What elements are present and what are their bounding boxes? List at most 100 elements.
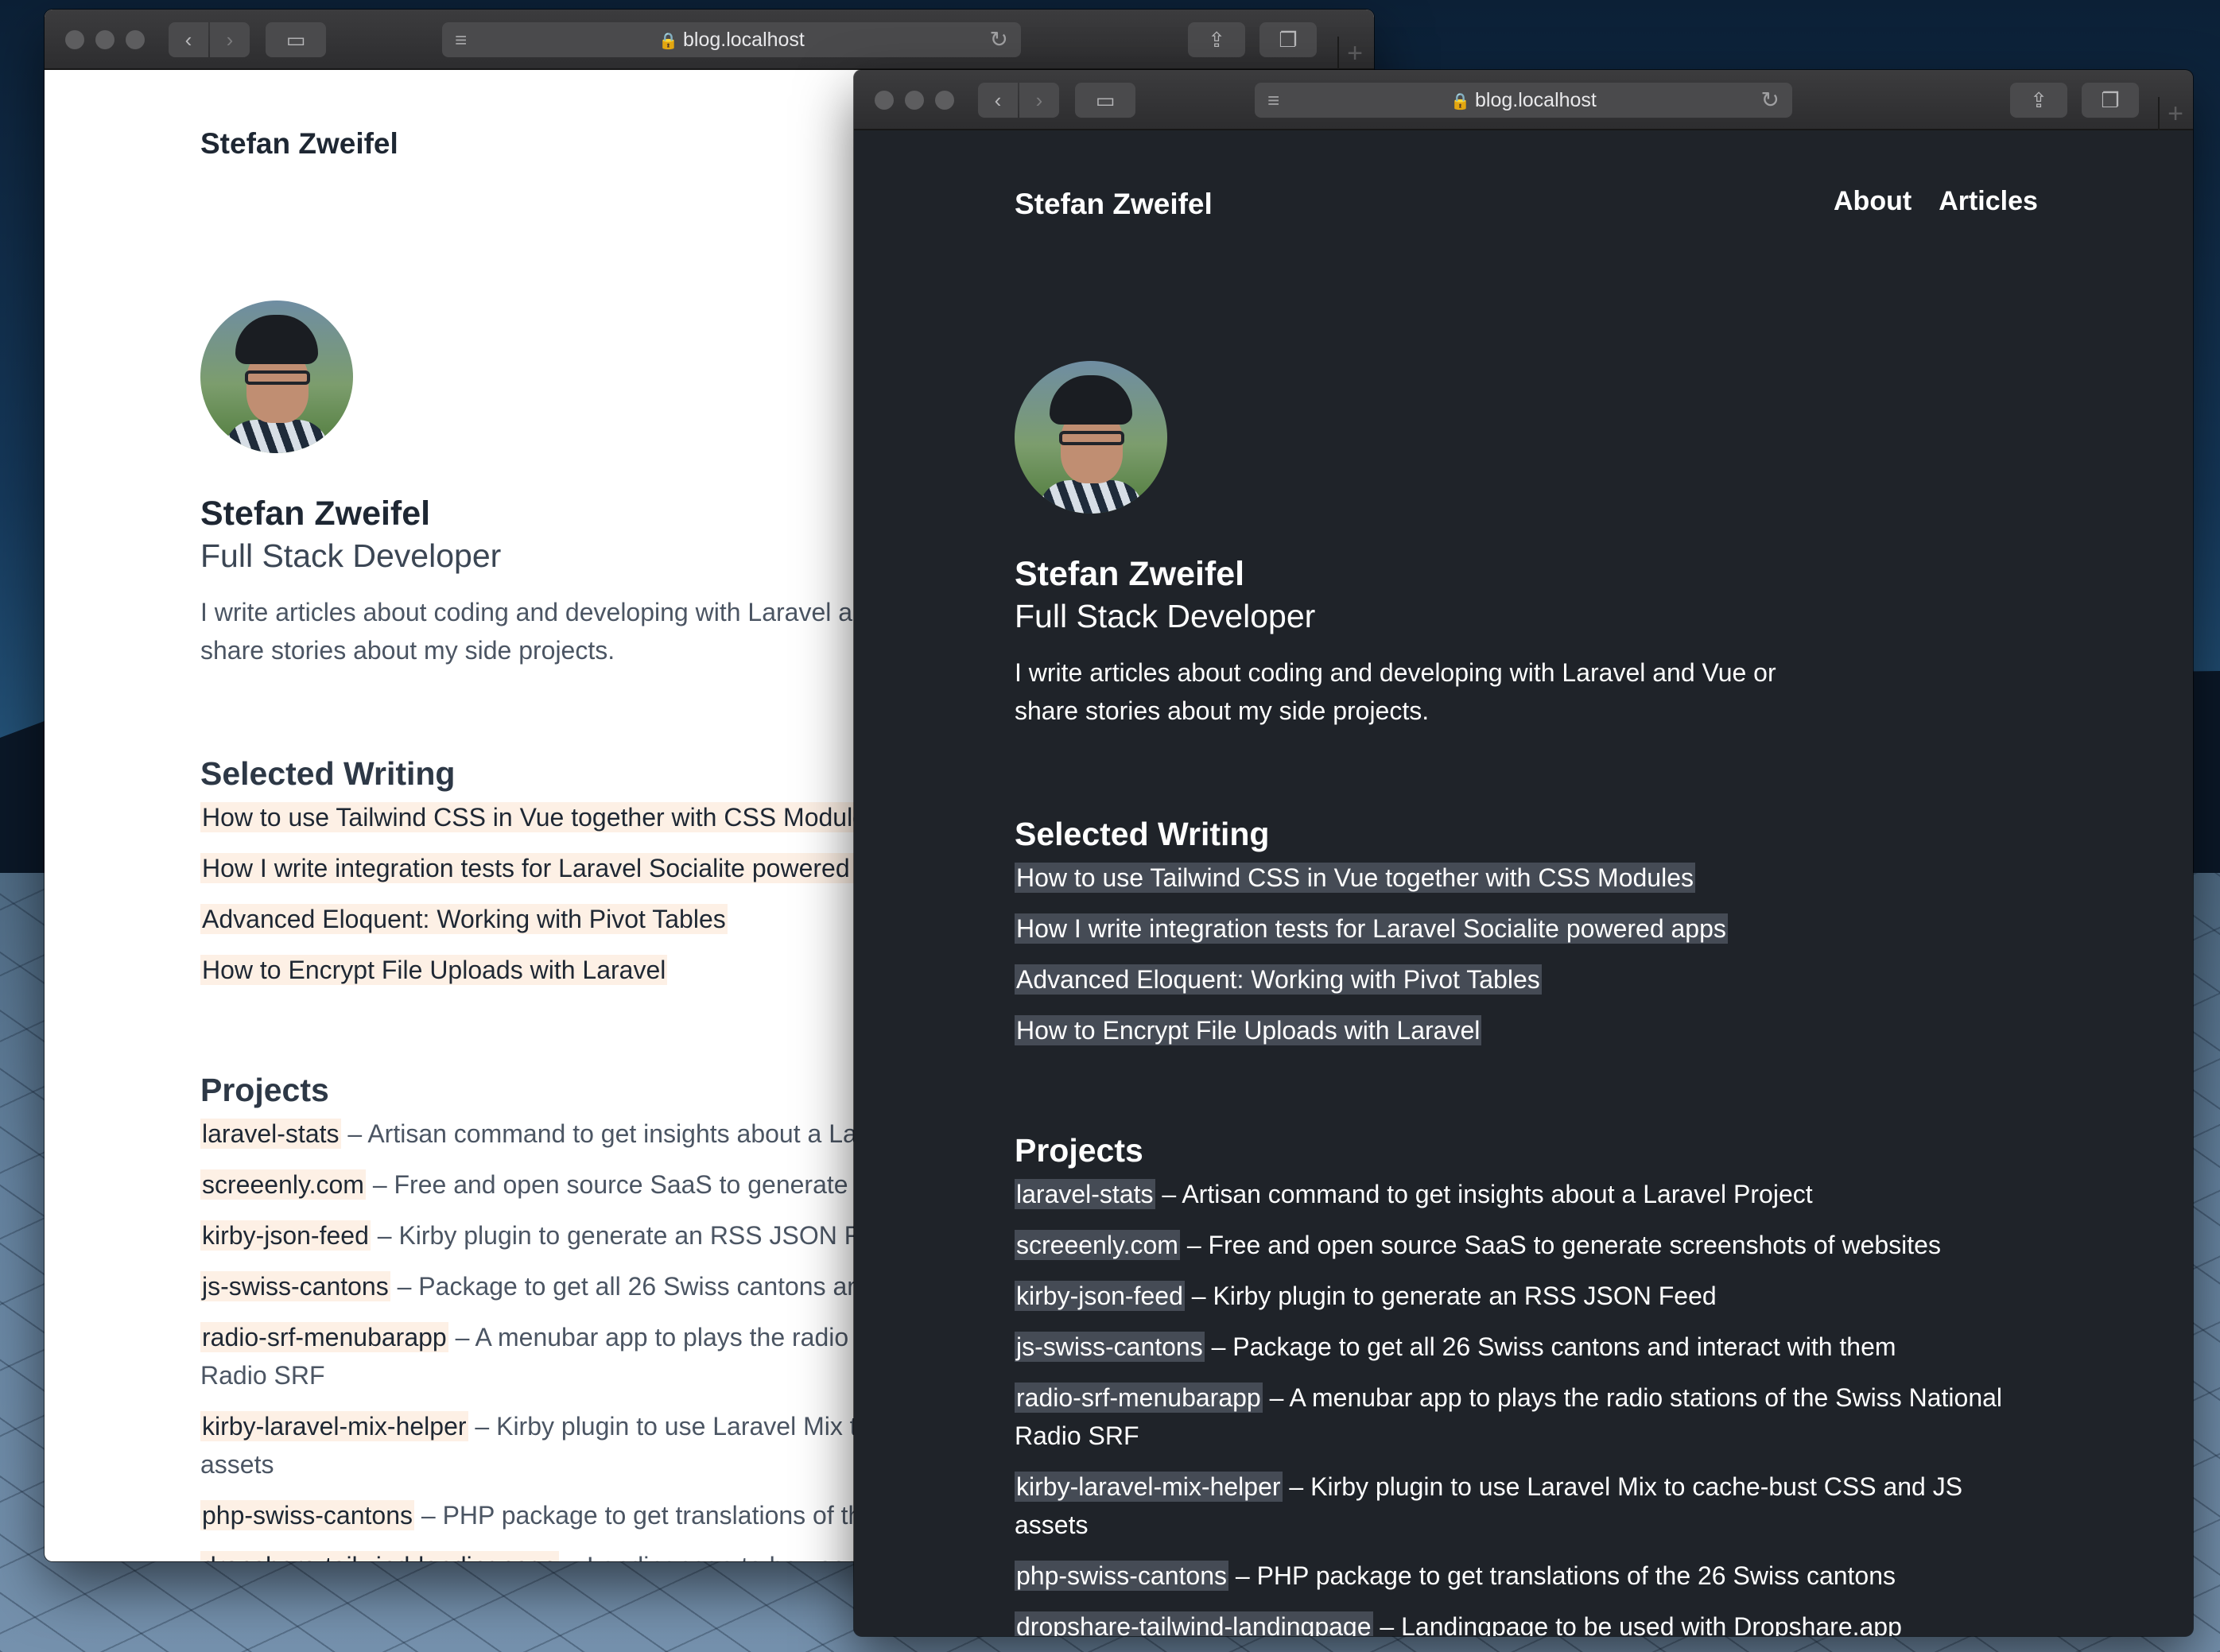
address-bar[interactable]: ≡ 🔒 blog.localhost ↻: [1255, 83, 1792, 118]
list-item: js-swiss-cantons – Package to get all 26…: [1015, 1328, 2016, 1366]
list-item: How to use Tailwind CSS in Vue together …: [200, 798, 914, 836]
writing-heading: Selected Writing: [1015, 816, 1270, 852]
list-item: How I write integration tests for Larave…: [200, 849, 914, 887]
avatar: [200, 301, 353, 453]
project-link[interactable]: laravel-stats: [1015, 1179, 1155, 1209]
project-description: – Kirby plugin to generate an RSS JSON F…: [370, 1221, 902, 1250]
article-link[interactable]: How to use Tailwind CSS in Vue together …: [200, 802, 881, 832]
list-item: php-swiss-cantons – PHP package to get t…: [1015, 1557, 2016, 1595]
list-item: How to Encrypt File Uploads with Laravel: [1015, 1011, 1728, 1049]
browser-toolbar: ‹ › ▭ ≡ 🔒 blog.localhost ↻ ⇪ ❐ +: [45, 10, 1374, 70]
project-link[interactable]: php-swiss-cantons: [1015, 1561, 1228, 1591]
close-window-button[interactable]: [875, 91, 894, 110]
sidebar-icon[interactable]: ▭: [1075, 83, 1135, 118]
address-bar[interactable]: ≡ 🔒 blog.localhost ↻: [442, 22, 1021, 57]
sidebar-icon[interactable]: ▭: [266, 22, 326, 57]
profile-role: Full Stack Developer: [200, 537, 502, 574]
list-item: Advanced Eloquent: Working with Pivot Ta…: [1015, 960, 1728, 999]
avatar: [1015, 361, 1167, 514]
list-item: radio-srf-menubarapp – A menubar app to …: [1015, 1379, 2016, 1455]
project-link[interactable]: radio-srf-menubarapp: [1015, 1382, 1263, 1413]
list-item: How to use Tailwind CSS in Vue together …: [1015, 859, 1728, 897]
reader-view-icon[interactable]: ≡: [1267, 83, 1279, 118]
project-link[interactable]: kirby-json-feed: [1015, 1281, 1185, 1311]
tabs-overview-icon[interactable]: ❐: [2082, 83, 2139, 118]
site-title[interactable]: Stefan Zweifel: [1015, 188, 1213, 221]
project-link[interactable]: js-swiss-cantons: [1015, 1332, 1205, 1362]
list-item: kirby-laravel-mix-helper – Kirby plugin …: [1015, 1468, 2016, 1544]
project-description: – Kirby plugin to generate an RSS JSON F…: [1184, 1282, 1717, 1310]
project-link[interactable]: screeenly.com: [1015, 1230, 1180, 1260]
list-item: dropshare-tailwind-landingpage – Landing…: [1015, 1607, 2016, 1636]
site-title[interactable]: Stefan Zweifel: [200, 127, 398, 161]
share-icon[interactable]: ⇪: [1188, 22, 1245, 57]
project-description: – Landingpage to be used with Dropshare.…: [1372, 1612, 1902, 1636]
minimize-window-button[interactable]: [95, 30, 114, 49]
project-link[interactable]: dropshare-tailwind-landingpage: [1015, 1611, 1373, 1636]
project-description: – Package to get all 26 Swiss cantons an…: [1204, 1332, 1896, 1361]
share-icon[interactable]: ⇪: [2010, 83, 2067, 118]
writing-list: How to use Tailwind CSS in Vue together …: [200, 798, 914, 1002]
reload-icon[interactable]: ↻: [1761, 83, 1779, 118]
profile-role: Full Stack Developer: [1015, 598, 1316, 634]
back-icon[interactable]: ‹: [169, 22, 208, 57]
project-link[interactable]: php-swiss-cantons: [200, 1500, 414, 1530]
project-link[interactable]: js-swiss-cantons: [200, 1271, 390, 1301]
forward-icon[interactable]: ›: [1019, 83, 1059, 118]
project-description: – PHP package to get translations of the…: [1228, 1561, 1896, 1590]
history-nav: ‹ ›: [978, 83, 1059, 118]
back-icon[interactable]: ‹: [978, 83, 1018, 118]
new-tab-icon[interactable]: +: [1337, 37, 1371, 70]
article-link[interactable]: How to Encrypt File Uploads with Laravel: [200, 955, 668, 985]
forward-icon[interactable]: ›: [210, 22, 250, 57]
nav-articles[interactable]: Articles: [1939, 186, 2038, 217]
main-nav: About Articles: [1834, 186, 2038, 217]
history-nav: ‹ ›: [169, 22, 250, 57]
profile-name: Stefan Zweifel: [1015, 555, 1245, 593]
project-link[interactable]: screeenly.com: [200, 1169, 366, 1200]
list-item: screeenly.com – Free and open source Saa…: [1015, 1226, 2016, 1264]
list-item: How I write integration tests for Larave…: [1015, 909, 1728, 948]
profile-bio: I write articles about coding and develo…: [1015, 658, 1776, 725]
project-description: – Artisan command to get insights about …: [1155, 1180, 1813, 1208]
article-link[interactable]: How to use Tailwind CSS in Vue together …: [1015, 863, 1695, 893]
writing-heading: Selected Writing: [200, 755, 456, 792]
project-link[interactable]: kirby-laravel-mix-helper: [1015, 1472, 1283, 1502]
nav-about[interactable]: About: [1834, 186, 1911, 217]
zoom-window-button[interactable]: [935, 91, 954, 110]
article-link[interactable]: How I write integration tests for Larave…: [200, 853, 914, 883]
list-item: kirby-json-feed – Kirby plugin to genera…: [1015, 1277, 2016, 1315]
profile-name: Stefan Zweifel: [200, 494, 431, 533]
project-link[interactable]: laravel-stats: [200, 1119, 341, 1149]
close-window-button[interactable]: [65, 30, 84, 49]
projects-heading: Projects: [200, 1072, 329, 1108]
lock-icon: 🔒: [1450, 93, 1470, 111]
article-link[interactable]: How to Encrypt File Uploads with Laravel: [1015, 1015, 1482, 1045]
article-link[interactable]: Advanced Eloquent: Working with Pivot Ta…: [1015, 964, 1542, 995]
minimize-window-button[interactable]: [905, 91, 924, 110]
browser-window-dark: ‹ › ▭ ≡ 🔒 blog.localhost ↻ ⇪ ❐ + Stefan Zw…: [854, 70, 2193, 1636]
projects-list: laravel-stats – Artisan command to get i…: [1015, 1175, 2016, 1636]
writing-list: How to use Tailwind CSS in Vue together …: [1015, 859, 1728, 1062]
url-text: blog.localhost: [683, 29, 805, 51]
project-description: – Free and open source SaaS to generate …: [1179, 1231, 1941, 1259]
lock-icon: 🔒: [658, 33, 678, 50]
article-link[interactable]: How I write integration tests for Larave…: [1015, 913, 1728, 944]
profile-bio: I write articles about coding and develo…: [200, 598, 962, 665]
new-tab-icon[interactable]: +: [2158, 97, 2191, 130]
project-link[interactable]: kirby-json-feed: [200, 1220, 371, 1251]
project-link[interactable]: kirby-laravel-mix-helper: [200, 1411, 468, 1441]
article-link[interactable]: Advanced Eloquent: Working with Pivot Ta…: [200, 904, 728, 934]
list-item: Advanced Eloquent: Working with Pivot Ta…: [200, 900, 914, 938]
list-item: laravel-stats – Artisan command to get i…: [1015, 1175, 2016, 1213]
url-text: blog.localhost: [1475, 89, 1597, 111]
browser-toolbar: ‹ › ▭ ≡ 🔒 blog.localhost ↻ ⇪ ❐ +: [854, 70, 2193, 130]
reload-icon[interactable]: ↻: [990, 22, 1008, 57]
projects-heading: Projects: [1015, 1132, 1143, 1169]
page-viewport: Stefan Zweifel About Articles Stefan Zwe…: [854, 130, 2193, 1636]
project-link[interactable]: dropshare-tailwind-landingpage: [200, 1551, 559, 1561]
project-link[interactable]: radio-srf-menubarapp: [200, 1322, 448, 1352]
zoom-window-button[interactable]: [126, 30, 145, 49]
tabs-overview-icon[interactable]: ❐: [1259, 22, 1317, 57]
reader-view-icon[interactable]: ≡: [455, 22, 467, 57]
